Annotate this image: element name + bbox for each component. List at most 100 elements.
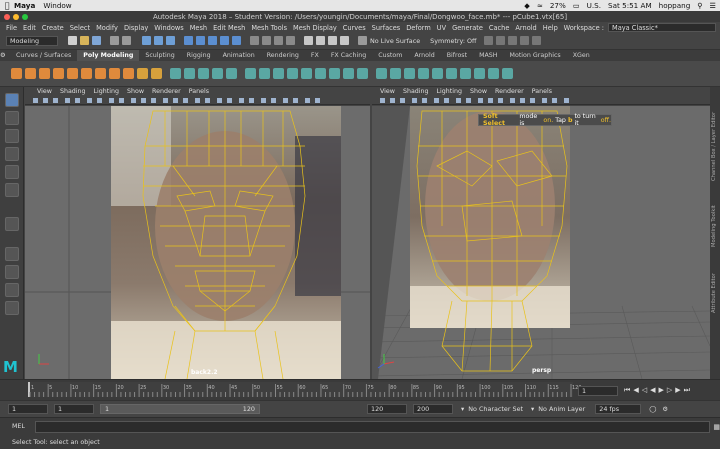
right-panel-view[interactable]: View: [380, 88, 395, 95]
left-panel-toolbar-icons[interactable]: [25, 96, 370, 105]
uv-sew-icon[interactable]: [460, 68, 471, 79]
uv-unfold-icon[interactable]: [418, 68, 429, 79]
left-panel-view[interactable]: View: [37, 88, 52, 95]
symmetry-label[interactable]: Symmetry: Off: [430, 37, 476, 45]
apple-icon[interactable]: : [0, 1, 14, 10]
character-set-icon[interactable]: ▾: [461, 405, 464, 413]
last-tool-icon[interactable]: [5, 217, 19, 231]
current-frame-field[interactable]: 1: [578, 386, 618, 396]
right-panel-lighting[interactable]: Lighting: [437, 88, 462, 95]
modeling-toolkit-icon[interactable]: [532, 35, 544, 47]
quad-draw-icon[interactable]: [357, 68, 368, 79]
playback-end-field[interactable]: 120: [367, 404, 407, 414]
edge-loop-icon[interactable]: [343, 68, 354, 79]
auto-key-icon[interactable]: ◯: [649, 405, 656, 413]
attribute-editor-tab[interactable]: Attribute Editor: [711, 253, 719, 313]
uv-mask-icon[interactable]: [232, 35, 244, 47]
poly-cylinder-icon[interactable]: [39, 68, 50, 79]
menu-modify[interactable]: Modify: [96, 24, 118, 32]
uv-editor-icon[interactable]: [404, 68, 415, 79]
select-hierarchy-icon[interactable]: [142, 35, 154, 47]
script-editor-icon[interactable]: ▦: [713, 423, 720, 431]
combine-icon[interactable]: [170, 68, 181, 79]
fps-dropdown[interactable]: 24 fps: [595, 404, 642, 414]
playback-start-field[interactable]: 1: [54, 404, 94, 414]
snap-curve-icon[interactable]: [262, 35, 274, 47]
extrude-icon[interactable]: [245, 68, 256, 79]
end-time-field[interactable]: 200: [413, 404, 453, 414]
uv-planar-icon[interactable]: [376, 68, 387, 79]
channel-box-icon[interactable]: [496, 35, 508, 47]
paint-select-icon[interactable]: [5, 129, 19, 143]
right-panel-panels[interactable]: Panels: [532, 88, 552, 95]
menu-generate[interactable]: Generate: [452, 24, 483, 32]
shelf-tab-arnold[interactable]: Arnold: [408, 50, 440, 61]
menu-cache[interactable]: Cache: [489, 24, 510, 32]
shelf-tab-curves-surfaces[interactable]: Curves / Surfaces: [10, 50, 77, 61]
menu-curves[interactable]: Curves: [343, 24, 366, 32]
menu-create[interactable]: Create: [42, 24, 64, 32]
save-scene-icon[interactable]: [92, 35, 104, 47]
poly-cube-icon[interactable]: [25, 68, 36, 79]
shelf-tab-fx[interactable]: FX: [305, 50, 325, 61]
menu-edit[interactable]: Edit: [23, 24, 36, 32]
ipr-render-icon[interactable]: [316, 35, 328, 47]
lasso-tool-icon[interactable]: [5, 111, 19, 125]
four-view-layout-icon[interactable]: [5, 265, 19, 279]
smooth-icon[interactable]: [198, 68, 209, 79]
menu-uv[interactable]: UV: [437, 24, 446, 32]
uv-layout-icon[interactable]: [432, 68, 443, 79]
hypershade-icon[interactable]: [340, 35, 352, 47]
menu-set-dropdown[interactable]: Modeling: [6, 36, 58, 46]
scale-tool-icon[interactable]: [5, 183, 19, 197]
uv-cut-icon[interactable]: [474, 68, 485, 79]
shelf-tab-poly-modeling[interactable]: Poly Modeling: [77, 50, 140, 61]
snap-plane-icon[interactable]: [286, 35, 298, 47]
shelf-tab-custom[interactable]: Custom: [372, 50, 408, 61]
mac-app-name[interactable]: Maya: [14, 1, 35, 10]
right-panel-toolbar[interactable]: [372, 96, 710, 105]
left-panel-shading[interactable]: Shading: [60, 88, 86, 95]
left-viewport-scene[interactable]: back2.2: [25, 106, 370, 379]
menu-edit-mesh[interactable]: Edit Mesh: [213, 24, 245, 32]
svg-icon[interactable]: [151, 68, 162, 79]
step-back-frame-icon[interactable]: ◁: [642, 386, 647, 395]
left-panel-panels[interactable]: Panels: [189, 88, 209, 95]
append-polygon-icon[interactable]: [301, 68, 312, 79]
left-viewport[interactable]: back2.2: [25, 106, 370, 379]
shelf-tab-mash[interactable]: MASH: [473, 50, 503, 61]
anim-prefs-icon[interactable]: ⚙: [662, 405, 668, 413]
platonic-solid-icon[interactable]: [109, 68, 120, 79]
left-panel-lighting[interactable]: Lighting: [94, 88, 119, 95]
uv-auto-icon[interactable]: [390, 68, 401, 79]
wifi-icon[interactable]: ≈: [537, 1, 543, 10]
snap-point-icon[interactable]: [274, 35, 286, 47]
two-view-layout-icon[interactable]: [5, 283, 19, 297]
single-perspective-layout-icon[interactable]: [5, 247, 19, 261]
bridge-icon[interactable]: [259, 68, 270, 79]
tool-settings-icon[interactable]: [520, 35, 532, 47]
shelf-tab-rendering[interactable]: Rendering: [261, 50, 305, 61]
play-back-icon[interactable]: ◀: [650, 386, 655, 395]
uv-normalize-icon[interactable]: [488, 68, 499, 79]
notification-icon[interactable]: ☰: [710, 1, 716, 10]
mac-menu-window[interactable]: Window: [43, 1, 71, 10]
command-input[interactable]: [34, 420, 711, 433]
shelf-gear-icon[interactable]: ⚙: [0, 52, 10, 59]
range-slider[interactable]: 1 120: [100, 404, 260, 414]
select-object-icon[interactable]: [154, 35, 166, 47]
super-shape-icon[interactable]: [123, 68, 134, 79]
shelf-tab-sculpting[interactable]: Sculpting: [139, 50, 180, 61]
menu-mesh-display[interactable]: Mesh Display: [293, 24, 337, 32]
right-viewport-scene[interactable]: persp: [372, 106, 710, 379]
mac-clock[interactable]: Sat 5:51 AM: [608, 1, 652, 10]
mac-user[interactable]: hoppang: [659, 1, 691, 10]
poly-disc-icon[interactable]: [95, 68, 106, 79]
shelf-tab-motion-graphics[interactable]: Motion Graphics: [504, 50, 567, 61]
select-tool-icon[interactable]: [5, 93, 19, 107]
menu-display[interactable]: Display: [124, 24, 148, 32]
right-panel-toolbar-icons[interactable]: [372, 96, 710, 105]
battery-percent[interactable]: 27%: [550, 1, 566, 10]
right-viewport[interactable]: persp: [372, 106, 710, 379]
multi-cut-icon[interactable]: [315, 68, 326, 79]
